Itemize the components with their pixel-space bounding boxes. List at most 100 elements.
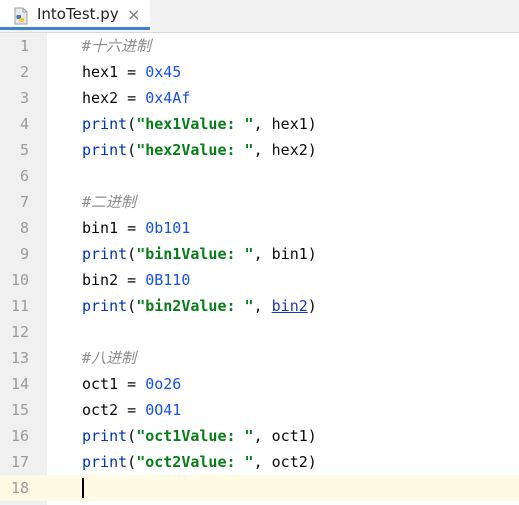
separator: , (253, 245, 272, 263)
paren: ( (127, 297, 137, 315)
code-text: print("bin2Value: ", bin2) (82, 293, 317, 319)
argument: oct2 (271, 453, 308, 471)
variable-name: hex2 (82, 89, 119, 107)
code-line[interactable]: 6 (0, 163, 519, 189)
argument: oct1 (271, 427, 308, 445)
line-number: 16 (0, 423, 47, 449)
paren: ( (127, 427, 137, 445)
tab-intotest-py[interactable]: IntoTest.py × (0, 0, 150, 30)
code-text: #八进制 (82, 345, 136, 371)
code-text: print("bin1Value: ", bin1) (82, 241, 317, 267)
separator: , (253, 115, 272, 133)
number-literal: 0x45 (145, 63, 182, 81)
code-comment: #二进制 (82, 193, 137, 211)
code-text: bin2 = 0B110 (82, 267, 190, 293)
number-literal: 0x4Af (145, 89, 191, 107)
editor-tab-bar: IntoTest.py × (0, 0, 519, 33)
code-line[interactable]: 2 hex1 = 0x45 (0, 59, 519, 85)
code-text: oct1 = 0o26 (82, 371, 181, 397)
builtin-function: print (82, 297, 128, 315)
code-text: print("hex2Value: ", hex2) (82, 137, 317, 163)
code-text: hex2 = 0x4Af (82, 85, 190, 111)
number-literal: 0B110 (145, 271, 191, 289)
paren: ( (127, 453, 137, 471)
string-literal: "hex1Value: " (136, 115, 254, 133)
separator: , (253, 453, 272, 471)
code-editor[interactable]: 1 #十六进制 2 hex1 = 0x45 3 hex2 = 0x4Af 4 print("h… (0, 33, 519, 505)
paren: ) (307, 427, 317, 445)
argument: bin2 (271, 297, 308, 315)
separator: , (253, 297, 272, 315)
code-line[interactable]: 5 print("hex2Value: ", hex2) (0, 137, 519, 163)
builtin-function: print (82, 115, 128, 133)
argument: hex1 (271, 115, 308, 133)
paren: ) (307, 141, 317, 159)
number-literal: 0b101 (145, 219, 191, 237)
code-text: #二进制 (82, 189, 136, 215)
code-line[interactable]: 16 print("oct1Value: ", oct1) (0, 423, 519, 449)
code-line[interactable]: 4 print("hex1Value: ", hex1) (0, 111, 519, 137)
line-number: 9 (0, 241, 47, 267)
line-number: 17 (0, 449, 47, 475)
line-number: 13 (0, 345, 47, 371)
code-line[interactable]: 10 bin2 = 0B110 (0, 267, 519, 293)
argument: bin1 (271, 245, 308, 263)
code-line[interactable]: 8 bin1 = 0b101 (0, 215, 519, 241)
variable-name: hex1 (82, 63, 119, 81)
code-line[interactable]: 15 oct2 = 0O41 (0, 397, 519, 423)
line-number: 3 (0, 85, 47, 111)
code-line[interactable]: 1 #十六进制 (0, 33, 519, 59)
variable-name: oct1 (82, 375, 119, 393)
code-text: oct2 = 0O41 (82, 397, 181, 423)
paren: ) (307, 115, 317, 133)
string-literal: "bin2Value: " (136, 297, 254, 315)
number-literal: 0O41 (145, 401, 182, 419)
line-number: 12 (0, 319, 47, 345)
line-number: 5 (0, 137, 47, 163)
variable-name: bin2 (82, 271, 119, 289)
code-text: print("oct2Value: ", oct2) (82, 449, 317, 475)
string-literal: "hex2Value: " (136, 141, 254, 159)
text-caret (82, 478, 84, 498)
line-number: 15 (0, 397, 47, 423)
code-line[interactable]: 3 hex2 = 0x4Af (0, 85, 519, 111)
tab-title: IntoTest.py (37, 5, 119, 23)
code-line[interactable]: 17 print("oct2Value: ", oct2) (0, 449, 519, 475)
python-file-icon (12, 7, 30, 25)
line-number: 14 (0, 371, 47, 397)
string-literal: "oct2Value: " (136, 453, 254, 471)
code-line[interactable]: 11 print("bin2Value: ", bin2) (0, 293, 519, 319)
paren: ( (127, 141, 137, 159)
code-text: bin1 = 0b101 (82, 215, 190, 241)
code-comment: #八进制 (82, 349, 137, 367)
assign-operator: = (118, 375, 146, 393)
code-line[interactable]: 18 (0, 475, 519, 501)
argument: hex2 (271, 141, 308, 159)
line-number: 1 (0, 33, 47, 59)
assign-operator: = (118, 89, 146, 107)
assign-operator: = (118, 271, 146, 289)
code-text: #十六进制 (82, 33, 151, 59)
separator: , (253, 427, 272, 445)
code-text: print("hex1Value: ", hex1) (82, 111, 317, 137)
paren: ) (307, 453, 317, 471)
code-line[interactable]: 7 #二进制 (0, 189, 519, 215)
code-line[interactable]: 13 #八进制 (0, 345, 519, 371)
close-icon[interactable]: × (127, 5, 140, 24)
code-comment: #十六进制 (82, 37, 152, 55)
string-literal: "oct1Value: " (136, 427, 254, 445)
code-line[interactable]: 14 oct1 = 0o26 (0, 371, 519, 397)
line-number: 4 (0, 111, 47, 137)
paren: ) (307, 297, 317, 315)
paren: ( (127, 115, 137, 133)
paren: ( (127, 245, 137, 263)
builtin-function: print (82, 427, 128, 445)
variable-name: oct2 (82, 401, 119, 419)
code-text: hex1 = 0x45 (82, 59, 181, 85)
assign-operator: = (118, 63, 146, 81)
code-line[interactable]: 12 (0, 319, 519, 345)
line-number: 11 (0, 293, 47, 319)
builtin-function: print (82, 141, 128, 159)
builtin-function: print (82, 245, 128, 263)
code-line[interactable]: 9 print("bin1Value: ", bin1) (0, 241, 519, 267)
